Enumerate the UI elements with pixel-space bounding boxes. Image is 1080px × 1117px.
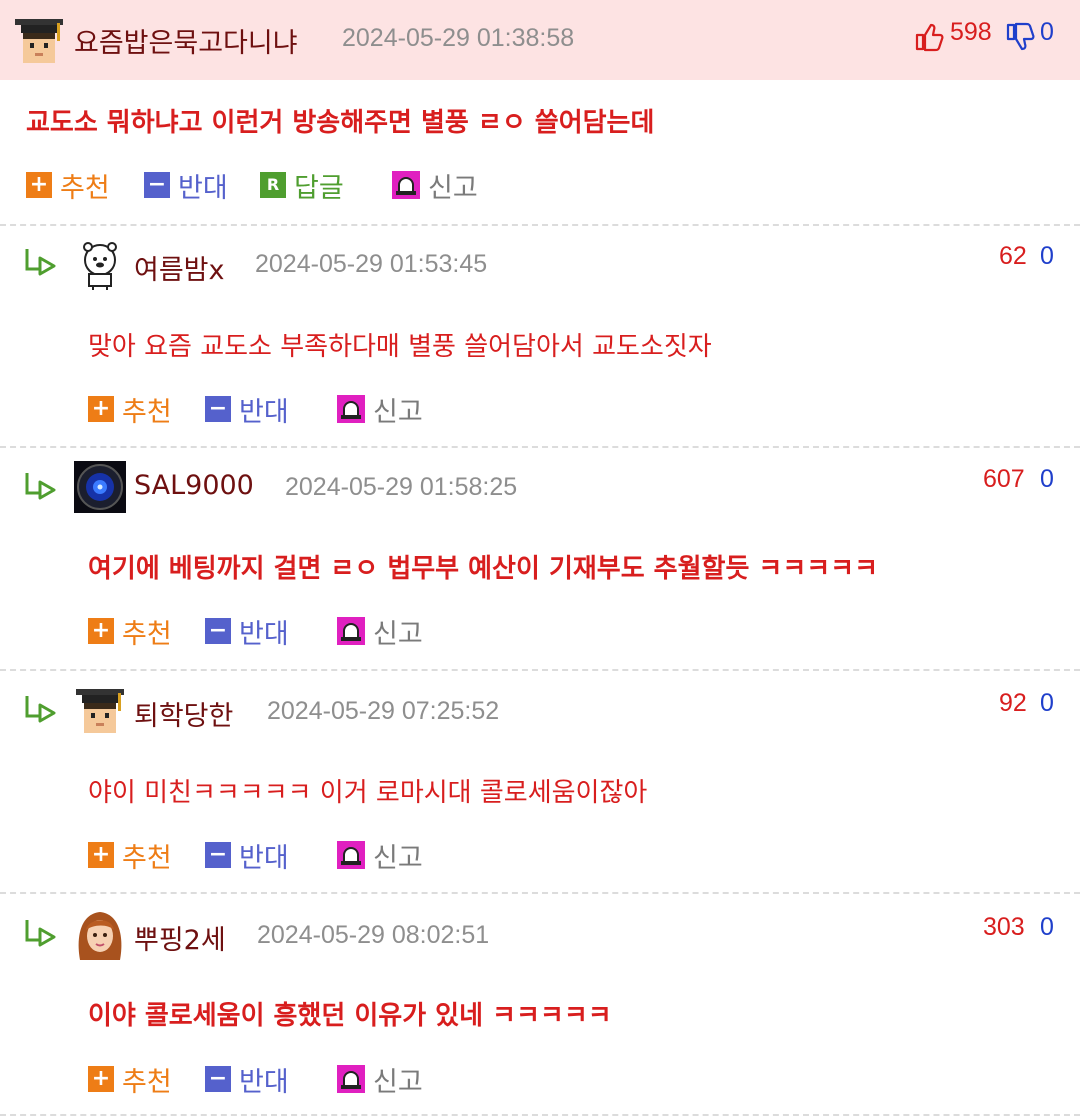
author-name[interactable]: 요즘밥은묵고다니냐 (74, 21, 298, 60)
bear-avatar-icon (74, 238, 126, 290)
minus-icon: − (205, 842, 231, 868)
report-label: 신고 (373, 842, 423, 874)
upvote-count: 62 (999, 242, 1027, 270)
avatar[interactable] (74, 461, 126, 513)
author-name[interactable]: 퇴학당한 (134, 694, 233, 733)
comment-body: 이야 콜로세움이 흥했던 이유가 있네 ㅋㅋㅋㅋㅋ (88, 1001, 612, 1031)
minus-icon: − (205, 618, 231, 644)
thumbs-up-icon[interactable] (914, 22, 944, 52)
post-date: 2024-05-29 08:02:51 (257, 921, 490, 949)
report-button[interactable]: 신고 (337, 838, 423, 874)
downvote-count: 0 (1040, 18, 1054, 46)
minus-icon: − (144, 172, 170, 198)
oppose-label: 반대 (239, 618, 289, 650)
author-name[interactable]: 여름밤x (134, 248, 225, 287)
reply-arrow-icon (25, 696, 56, 723)
comment-body: 맞아 요즘 교도소 부족하다매 별풍 쓸어담아서 교도소짓자 (88, 332, 712, 362)
author-name[interactable]: 뿌핑2세 (134, 918, 226, 957)
oppose-label: 반대 (239, 1066, 289, 1098)
upvote-count: 303 (983, 913, 1025, 941)
report-label: 신고 (428, 172, 478, 204)
reply-badge-icon: R (260, 172, 286, 198)
hal-eye-avatar-icon (74, 461, 126, 513)
graduate-avatar-icon (13, 15, 65, 67)
siren-icon (337, 617, 365, 645)
avatar[interactable] (74, 685, 126, 737)
thumbs-down-icon[interactable] (1005, 22, 1035, 52)
report-button[interactable]: 신고 (337, 1062, 423, 1098)
divider (0, 1114, 1080, 1116)
downvote-count: 0 (1040, 689, 1054, 717)
recommend-label: 추천 (122, 842, 172, 874)
plus-icon: + (88, 396, 114, 422)
oppose-label: 반대 (239, 842, 289, 874)
plus-icon: + (88, 1066, 114, 1092)
avatar[interactable] (74, 908, 126, 960)
avatar[interactable] (74, 238, 126, 290)
downvote-count: 0 (1040, 465, 1054, 493)
siren-icon (337, 395, 365, 423)
minus-icon: − (205, 1066, 231, 1092)
recommend-button[interactable]: + 추천 (88, 392, 172, 428)
post-date: 2024-05-29 01:53:45 (255, 250, 488, 278)
comment-body: 여기에 베팅까지 걸면 ㄹㅇ 법무부 예산이 기재부도 추월할듯 ㅋㅋㅋㅋㅋ (88, 554, 879, 584)
reply-arrow-icon (25, 249, 56, 276)
avatar[interactable] (13, 15, 65, 67)
divider (0, 892, 1080, 894)
recommend-label: 추천 (60, 172, 110, 204)
report-button[interactable]: 신고 (337, 614, 423, 650)
divider (0, 669, 1080, 671)
post-date: 2024-05-29 07:25:52 (267, 697, 500, 725)
girl-avatar-icon (74, 908, 126, 960)
reply-arrow-icon (25, 920, 56, 947)
comment-body: 야이 미친ㅋㅋㅋㅋㅋ 이거 로마시대 콜로세움이잖아 (88, 778, 648, 808)
recommend-button[interactable]: + 추천 (88, 838, 172, 874)
report-button[interactable]: 신고 (392, 168, 478, 204)
divider (0, 224, 1080, 226)
report-label: 신고 (373, 396, 423, 428)
reply-label: 답글 (294, 172, 344, 204)
post-date: 2024-05-29 01:58:25 (285, 473, 518, 501)
siren-icon (337, 841, 365, 869)
recommend-button[interactable]: + 추천 (88, 614, 172, 650)
plus-icon: + (26, 172, 52, 198)
graduate-avatar-icon (74, 685, 126, 737)
downvote-count: 0 (1040, 913, 1054, 941)
downvote-count: 0 (1040, 242, 1054, 270)
report-label: 신고 (373, 1066, 423, 1098)
plus-icon: + (88, 842, 114, 868)
comment-body: 교도소 뭐하냐고 이런거 방송해주면 별풍 ㄹㅇ 쓸어담는데 (26, 108, 655, 138)
upvote-count: 92 (999, 689, 1027, 717)
oppose-button[interactable]: − 반대 (205, 838, 289, 874)
recommend-button[interactable]: + 추천 (88, 1062, 172, 1098)
oppose-button[interactable]: − 반대 (205, 1062, 289, 1098)
post-date: 2024-05-29 01:38:58 (342, 24, 575, 52)
oppose-button[interactable]: − 반대 (205, 392, 289, 428)
oppose-label: 반대 (178, 172, 228, 204)
upvote-count: 598 (950, 18, 992, 46)
reply-arrow-icon (25, 473, 56, 500)
oppose-label: 반대 (239, 396, 289, 428)
recommend-label: 추천 (122, 1066, 172, 1098)
oppose-button[interactable]: − 반대 (205, 614, 289, 650)
recommend-button[interactable]: + 추천 (26, 168, 110, 204)
reply-button[interactable]: R 답글 (260, 168, 344, 204)
report-label: 신고 (373, 618, 423, 650)
minus-icon: − (205, 396, 231, 422)
author-name[interactable]: SAL9000 (134, 470, 254, 501)
recommend-label: 추천 (122, 618, 172, 650)
top-comment: 요즘밥은묵고다니냐 2024-05-29 01:38:58 598 0 교도소 … (0, 0, 1080, 224)
oppose-button[interactable]: − 반대 (144, 168, 228, 204)
divider (0, 446, 1080, 448)
recommend-label: 추천 (122, 396, 172, 428)
plus-icon: + (88, 618, 114, 644)
upvote-count: 607 (983, 465, 1025, 493)
report-button[interactable]: 신고 (337, 392, 423, 428)
siren-icon (392, 171, 420, 199)
siren-icon (337, 1065, 365, 1093)
